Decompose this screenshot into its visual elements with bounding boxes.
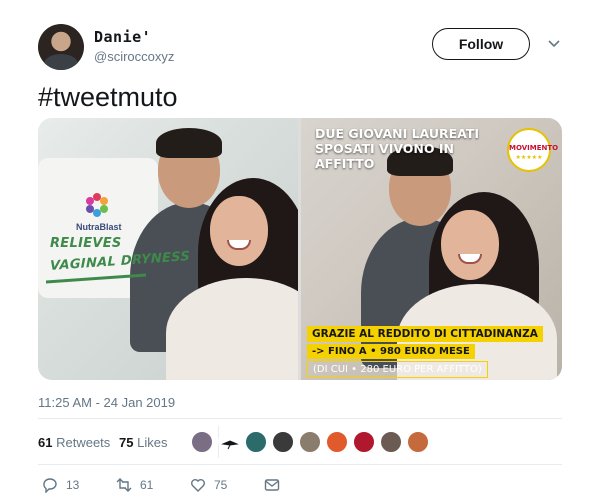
liker-avatar[interactable] (191, 431, 213, 453)
avatar-shirt (44, 54, 78, 70)
tweet-timestamp[interactable]: 11:25 AM - 24 Jan 2019 (38, 395, 175, 410)
liker-avatar[interactable] (272, 431, 294, 453)
reply-button[interactable]: 13 (42, 476, 79, 494)
reply-icon (43, 478, 57, 493)
nutrablast-brand: NutraBlast (76, 222, 122, 232)
stars-icon: ★★★★★ (515, 155, 543, 161)
follow-button[interactable]: Follow (432, 28, 530, 60)
man-hair (156, 128, 222, 158)
chevron-down-icon[interactable] (547, 36, 561, 50)
liker-avatar[interactable] (326, 431, 348, 453)
m5s-headline: DUE GIOVANI LAUREATI SPOSATI VIVONO IN A… (315, 126, 505, 171)
retweets-stat[interactable]: 61 Retweets (38, 435, 110, 450)
movimento-logo-text: MOVIMENTO (509, 144, 559, 152)
retweets-label: Retweets (56, 435, 111, 450)
m5s-banner-line1: GRAZIE AL REDDITO DI CITTADINANZA (307, 326, 543, 342)
retweet-icon (116, 478, 132, 492)
ad-headline-line1: RELIEVES (50, 236, 122, 251)
m5s-headline-line1: DUE GIOVANI LAUREATI (315, 126, 480, 141)
liker-avatar[interactable] (353, 431, 375, 453)
reply-count: 13 (66, 478, 80, 492)
media-image-left[interactable]: NutraBlast RELIEVES VAGINAL DRYNESS (38, 118, 298, 380)
media-image-right[interactable]: DUE GIOVANI LAUREATI SPOSATI VIVONO IN A… (301, 118, 562, 380)
display-name[interactable]: Danie' (94, 28, 151, 46)
woman-face (210, 196, 268, 266)
m5s-banner-line2: -> FINO A • 980 EURO MESE (307, 344, 475, 359)
retweets-count: 61 (38, 435, 53, 450)
likes-count: 75 (119, 435, 134, 450)
liker-avatar[interactable] (218, 431, 240, 453)
envelope-icon (264, 479, 280, 491)
retweet-count: 61 (140, 478, 154, 492)
like-button[interactable]: 75 (190, 476, 227, 494)
liker-avatar[interactable] (245, 431, 267, 453)
m5s-headline-line2: SPOSATI VIVONO IN AFFITTO (315, 141, 454, 171)
liker-avatar[interactable] (380, 431, 402, 453)
liker-avatar[interactable] (407, 431, 429, 453)
nutrablast-logo-icon (86, 193, 108, 217)
tweet-text: #tweetmuto (38, 82, 178, 112)
m5s-banner-line3: (DI CUI • 280 EURO PER AFFITTO) (307, 361, 488, 378)
divider-top (38, 418, 562, 419)
heart-icon (191, 479, 205, 492)
like-count: 75 (214, 478, 228, 492)
tweet-media[interactable]: NutraBlast RELIEVES VAGINAL DRYNESS DUE … (38, 118, 562, 380)
bird-icon (221, 440, 239, 450)
direct-message-button[interactable] (264, 476, 280, 494)
likes-stat[interactable]: 75 Likes (119, 435, 167, 450)
divider-bottom (38, 464, 562, 465)
movimento-logo-icon: MOVIMENTO ★★★★★ (507, 128, 559, 172)
retweet-button[interactable]: 61 (116, 476, 153, 494)
liker-avatar[interactable] (299, 431, 321, 453)
user-avatar[interactable] (38, 24, 84, 70)
woman-face (441, 210, 499, 280)
likes-label: Likes (137, 435, 168, 450)
user-handle[interactable]: @sciroccoxyz (94, 49, 174, 64)
tweet-header: Danie' @sciroccoxyz Follow (38, 22, 578, 72)
